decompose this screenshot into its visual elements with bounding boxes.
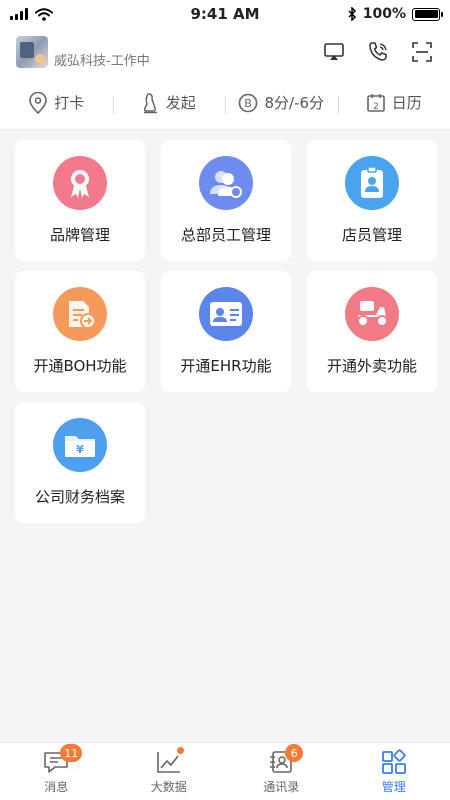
send-icon [143,92,157,113]
card-label: 开通BOH功能 [33,357,127,375]
card-label: 开通EHR功能 [180,357,272,375]
header-actions [322,40,434,64]
status-right: 100% [348,6,443,22]
card-open-boh[interactable]: 开通BOH功能 [15,271,145,392]
tab-label: 消息 [44,780,69,794]
quick-initiate[interactable]: 发起 [112,92,226,114]
quick-label: 8分/-6分 [264,94,325,112]
card-label: 总部员工管理 [180,226,271,244]
scan-button[interactable] [410,40,434,64]
card-label: 品牌管理 [49,226,110,244]
trend-chart-icon [155,747,184,776]
card-clerk-management[interactable]: 店员管理 [307,140,437,261]
battery-icon [412,7,443,21]
quick-label: 打卡 [54,94,85,112]
big-data-dot [176,747,184,754]
messages-badge: 11 [60,744,83,762]
quick-calendar[interactable]: 2 日历 [337,92,450,114]
phone-call-icon [369,42,387,61]
location-pin-icon [29,91,48,114]
card-open-delivery[interactable]: 开通外卖功能 [307,271,437,392]
signal-icon [10,8,28,20]
phone-button[interactable] [366,40,390,64]
card-hq-staff-management[interactable]: 总部员工管理 [161,140,291,261]
svg-text:2: 2 [373,102,379,112]
scan-icon [412,42,432,62]
app-header: 威弘科技-工作中 [0,28,450,76]
function-grid: 品牌管理 总部员工管理 店员管理 开通BOH功能 开通EHR功能 开通外卖功能 … [15,140,437,523]
bluetooth-icon [348,7,356,21]
people-gear-icon [199,156,253,210]
card-label: 店员管理 [341,226,402,244]
tab-messages[interactable]: 11 消息 [0,743,113,800]
quick-score[interactable]: B 8分/-6分 [225,92,338,114]
calendar-icon: 2 [366,93,385,112]
quick-label: 日历 [391,94,422,112]
contacts-badge: 6 [285,744,304,762]
finance-folder-icon: ¥ [53,418,107,472]
screen-cast-button[interactable] [322,40,346,64]
card-open-ehr[interactable]: 开通EHR功能 [161,271,291,392]
screen-cast-icon [324,43,344,60]
contacts-icon: 6 [267,744,304,776]
tab-big-data[interactable]: 大数据 [113,743,226,800]
card-brand-management[interactable]: 品牌管理 [15,140,145,261]
message-icon: 11 [42,744,83,776]
id-card-icon [199,287,253,341]
score-coin-icon: B [239,93,258,112]
company-avatar[interactable] [16,36,48,68]
bottom-tab-bar: 11 消息 大数据 6 通讯录 管理 [0,742,450,800]
quick-actions-bar: 打卡 发起 B 8分/-6分 2 日历 [0,76,450,130]
company-status[interactable]: 威弘科技-工作中 [54,50,150,69]
id-badge-icon [345,156,399,210]
ribbon-icon [53,156,107,210]
grid-apps-icon [380,748,408,776]
tab-label: 通讯录 [263,780,300,794]
card-label: 开通外卖功能 [326,357,417,375]
status-left [10,7,53,21]
document-arrow-icon [53,287,107,341]
wifi-icon [35,7,53,21]
tab-contacts[interactable]: 6 通讯录 [225,743,338,800]
quick-label: 发起 [165,94,196,112]
card-label: 公司财务档案 [34,488,125,506]
status-bar: 9:41 AM 100% [0,0,450,28]
svg-text:¥: ¥ [76,443,84,456]
svg-text:B: B [245,97,253,110]
scooter-icon [345,287,399,341]
tab-label: 管理 [381,780,406,794]
card-finance-archive[interactable]: ¥ 公司财务档案 [15,402,145,523]
battery-percent: 100% [362,6,406,22]
quick-checkin[interactable]: 打卡 [0,91,113,114]
tab-management[interactable]: 管理 [338,743,450,800]
tab-label: 大数据 [150,780,187,794]
